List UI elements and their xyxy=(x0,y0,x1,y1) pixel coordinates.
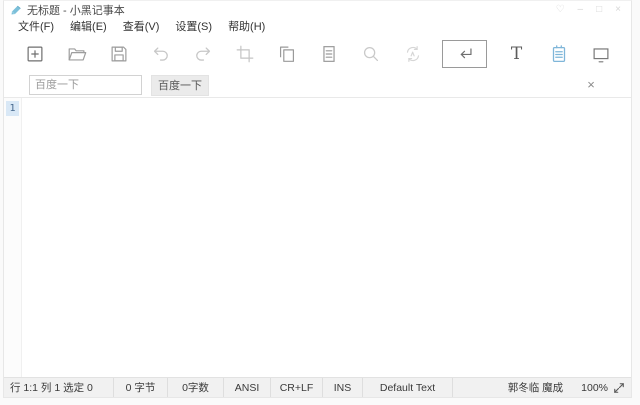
menu-edit[interactable]: 编辑(E) xyxy=(62,16,115,36)
line-number: 1 xyxy=(6,101,19,116)
menu-bar: 文件(F) 编辑(E) 查看(V) 设置(S) 帮助(H) xyxy=(4,17,631,35)
redo-button[interactable] xyxy=(190,40,215,68)
app-logo-icon xyxy=(11,5,21,14)
open-folder-icon xyxy=(68,48,86,61)
copy-icon xyxy=(279,46,294,62)
annotation-button[interactable] xyxy=(588,40,613,68)
font-button[interactable]: T xyxy=(504,40,529,68)
status-encoding[interactable]: ANSI xyxy=(224,378,271,397)
menu-view[interactable]: 查看(V) xyxy=(115,16,168,36)
annotation-icon xyxy=(593,48,608,63)
fullscreen-icon xyxy=(614,382,624,393)
favorite-button[interactable]: ♡ xyxy=(556,4,565,16)
search-input[interactable] xyxy=(29,75,142,95)
status-insert-mode[interactable]: INS xyxy=(323,378,363,397)
search-close-icon[interactable]: × xyxy=(583,77,599,93)
paste-icon xyxy=(322,46,335,62)
app-window: 无标题 - 小黑记事本 ♡ – □ × 文件(F) 编辑(E) 查看(V) 设置… xyxy=(3,0,632,398)
status-word-count: 0字数 xyxy=(168,378,224,397)
open-file-button[interactable] xyxy=(64,40,89,68)
close-button[interactable]: × xyxy=(615,4,621,16)
editor-area: 1 xyxy=(4,98,631,377)
status-line-ending[interactable]: CR+LF xyxy=(271,378,323,397)
line-number-gutter: 1 xyxy=(4,98,22,377)
status-syntax-language[interactable]: Default Text xyxy=(363,378,453,397)
word-wrap-button[interactable] xyxy=(442,40,487,68)
status-zoom-level[interactable]: 100% xyxy=(577,378,611,397)
crop-button[interactable] xyxy=(232,40,257,68)
menu-settings[interactable]: 设置(S) xyxy=(167,16,220,36)
convert-icon xyxy=(406,46,419,62)
undo-icon xyxy=(153,47,168,61)
maximize-button[interactable]: □ xyxy=(596,4,602,16)
crop-icon xyxy=(236,45,253,63)
copy-button[interactable] xyxy=(274,40,299,68)
undo-button[interactable] xyxy=(148,40,173,68)
status-hot-search[interactable]: 郭冬临 魔成 xyxy=(504,378,577,397)
title-bar: 无标题 - 小黑记事本 ♡ – □ × xyxy=(4,1,631,17)
status-bar: 行 1:1 列 1 选定 0 0 字节 0字数 ANSI CR+LF INS D… xyxy=(4,377,631,397)
search-icon xyxy=(363,46,378,62)
new-file-icon xyxy=(27,46,42,62)
search-button[interactable] xyxy=(358,40,383,68)
fullscreen-toggle[interactable] xyxy=(611,378,631,397)
paste-button[interactable] xyxy=(316,40,341,68)
status-spacer xyxy=(453,378,504,397)
toolbar: T xyxy=(4,35,631,73)
minimize-button[interactable]: – xyxy=(578,4,584,16)
text-editor[interactable] xyxy=(22,98,631,377)
font-icon: T xyxy=(510,44,523,64)
notes-icon xyxy=(552,45,565,62)
menu-file[interactable]: 文件(F) xyxy=(10,16,62,36)
save-icon xyxy=(111,46,126,62)
menu-help[interactable]: 帮助(H) xyxy=(220,16,273,36)
status-cursor-position: 行 1:1 列 1 选定 0 xyxy=(4,378,114,397)
new-file-button[interactable] xyxy=(22,40,47,68)
redo-icon xyxy=(195,47,210,61)
baidu-search-button[interactable]: 百度一下 xyxy=(151,74,209,96)
convert-button[interactable] xyxy=(400,40,425,68)
word-wrap-icon xyxy=(460,48,472,59)
status-byte-count: 0 字节 xyxy=(114,378,168,397)
save-button[interactable] xyxy=(106,40,131,68)
search-bar: 百度一下 × xyxy=(4,73,631,98)
notes-button[interactable] xyxy=(546,40,571,68)
